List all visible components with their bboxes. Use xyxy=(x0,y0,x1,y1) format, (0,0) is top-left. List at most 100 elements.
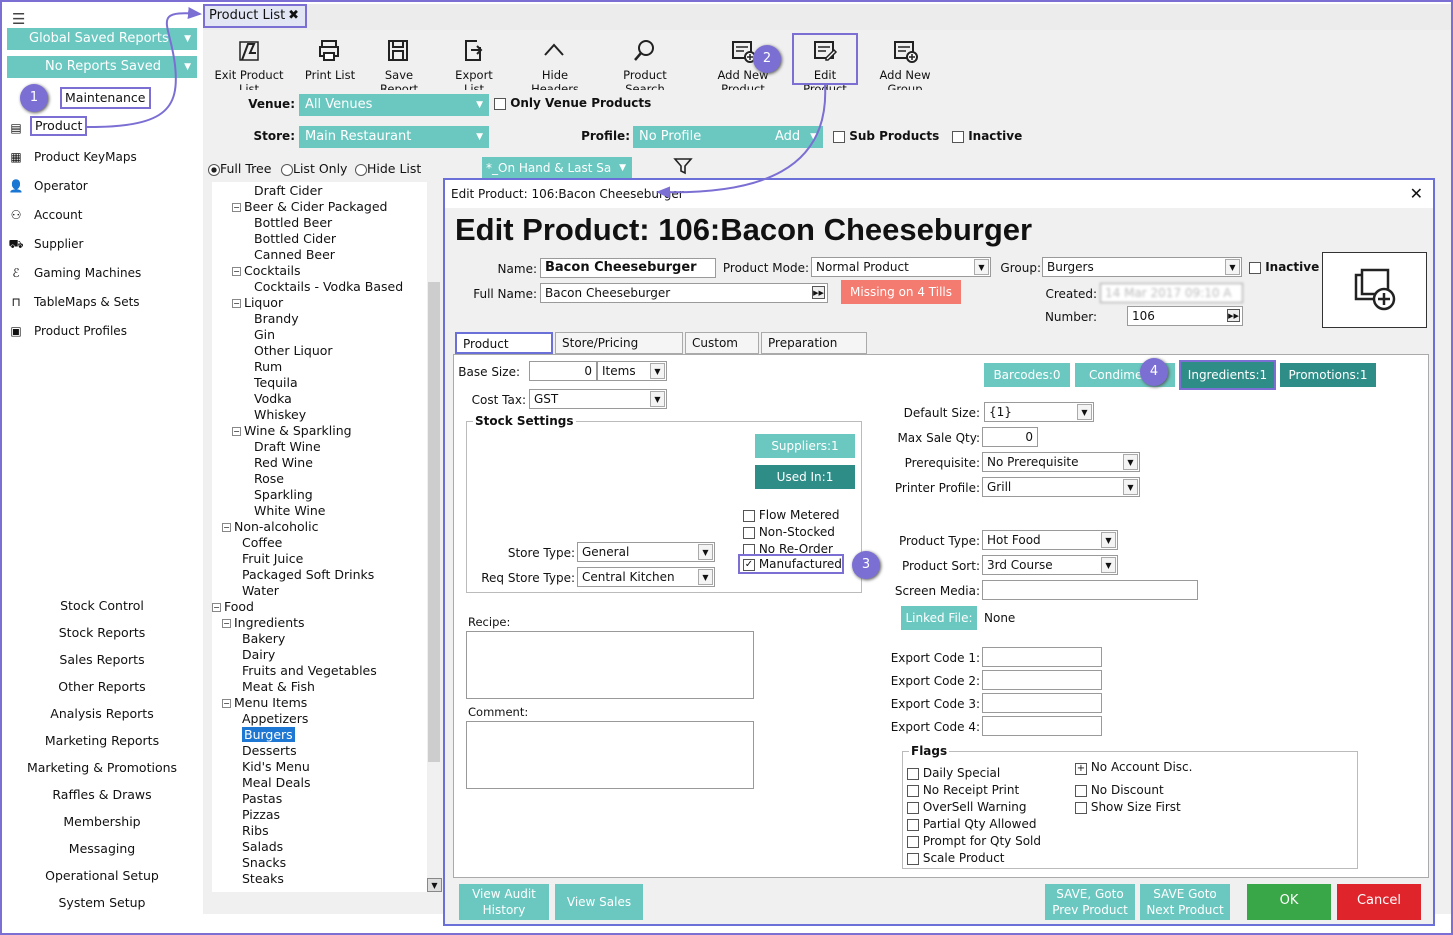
menu-item[interactable]: Membership xyxy=(2,814,202,829)
menu-item[interactable]: Stock Control xyxy=(2,598,202,613)
only-venue-products-checkbox[interactable]: Only Venue Products xyxy=(494,96,651,110)
tree-node[interactable]: Desserts xyxy=(242,743,297,759)
default-size-select[interactable]: {1} ▼ xyxy=(984,402,1094,422)
non-stocked-checkbox[interactable]: Non-Stocked xyxy=(743,525,835,539)
tree-node[interactable]: Rum xyxy=(254,359,282,375)
tree-node[interactable]: Draft Cider xyxy=(254,183,322,199)
sub-products-checkbox[interactable]: Sub Products xyxy=(833,129,939,143)
collapse-icon[interactable]: − xyxy=(222,619,231,628)
tree-node[interactable]: Tequila xyxy=(254,375,298,391)
store-type-select[interactable]: General ▼ xyxy=(577,542,715,562)
tab-preparation-times[interactable]: Preparation Times xyxy=(761,332,867,370)
tab-product-settings[interactable]: Product Settings xyxy=(455,332,553,371)
tab-custom-info[interactable]: Custom Info xyxy=(685,332,759,370)
tree-node[interactable]: Canned Beer xyxy=(254,247,335,263)
tree-node[interactable]: Snacks xyxy=(242,855,286,871)
tree-node[interactable]: Ribs xyxy=(242,823,269,839)
export-code-input[interactable] xyxy=(982,693,1102,713)
req-store-type-select[interactable]: Central Kitchen ▼ xyxy=(577,567,715,587)
tree-node[interactable]: Kid's Menu xyxy=(242,759,310,775)
flag-checkbox[interactable]: No Receipt Print xyxy=(907,783,1019,797)
flag-checkbox[interactable]: Partial Qty Allowed xyxy=(907,817,1036,831)
base-size-input[interactable]: 0 xyxy=(529,361,597,381)
global-saved-reports-dropdown[interactable]: Global Saved Reports ▼ xyxy=(7,28,197,50)
tree-node[interactable]: − Cocktails xyxy=(232,263,301,279)
tree-node[interactable]: Sparkling xyxy=(254,487,313,503)
tree-node[interactable]: − Food xyxy=(212,599,254,615)
flag-checkbox[interactable]: OverSell Warning xyxy=(907,800,1027,814)
menu-item[interactable]: Messaging xyxy=(2,841,202,856)
flag-checkbox[interactable]: Show Size First xyxy=(1075,800,1181,814)
max-sale-input[interactable]: 0 xyxy=(982,427,1038,447)
tree-node[interactable]: Brandy xyxy=(254,311,299,327)
menu-item[interactable]: System Setup xyxy=(2,895,202,910)
full-name-input[interactable]: Bacon Cheeseburger ▶▶ xyxy=(540,283,828,303)
tree-node[interactable]: Fruit Juice xyxy=(242,551,303,567)
group-select[interactable]: Burgers ▼ xyxy=(1042,257,1242,277)
tree-node[interactable]: Fruits and Vegetables xyxy=(242,663,377,679)
tree-node[interactable]: Vodka xyxy=(254,391,292,407)
ingredients-button[interactable]: Ingredients:1 xyxy=(1179,360,1276,390)
recipe-textarea[interactable] xyxy=(466,631,754,699)
profile-select[interactable]: No Profile Add ▼ xyxy=(633,126,823,148)
collapse-icon[interactable]: − xyxy=(232,299,241,308)
export-code-input[interactable] xyxy=(982,670,1102,690)
tree-node[interactable]: Whiskey xyxy=(254,407,306,423)
missing-tills-button[interactable]: Missing on 4 Tills xyxy=(841,280,961,304)
scroll-thumb[interactable] xyxy=(428,282,440,762)
tree-node[interactable]: Dairy xyxy=(242,647,275,663)
tree-node[interactable]: − Beer & Cider Packaged xyxy=(232,199,387,215)
tree-node[interactable]: − Wine & Sparkling xyxy=(232,423,352,439)
export-code-input[interactable] xyxy=(982,647,1102,667)
store-select[interactable]: Main Restaurant ▼ xyxy=(299,126,489,148)
scroll-down-icon[interactable]: ▼ xyxy=(427,878,442,892)
tree-node[interactable]: − Menu Items xyxy=(222,695,307,711)
menu-item[interactable]: Operational Setup xyxy=(2,868,202,883)
name-input[interactable]: Bacon Cheeseburger xyxy=(540,258,716,278)
tab-product-list[interactable]: Product List ✖ xyxy=(203,4,307,28)
tree-node[interactable]: Pastas xyxy=(242,791,282,807)
tree-node[interactable]: Meat & Fish xyxy=(242,679,315,695)
flag-checkbox[interactable]: Scale Product xyxy=(907,851,1005,865)
product-search-button[interactable]: Product Search xyxy=(604,34,686,96)
manufactured-checkbox[interactable]: ✓ Manufactured xyxy=(738,554,844,574)
hide-list-radio[interactable]: Hide List xyxy=(355,161,421,176)
tree-node[interactable]: Packaged Soft Drinks xyxy=(242,567,374,583)
inactive-filter-checkbox[interactable]: Inactive xyxy=(952,129,1022,143)
tree-node[interactable]: White Wine xyxy=(254,503,326,519)
tree-node[interactable]: Water xyxy=(242,583,279,599)
nav-item-keymap[interactable]: ▦ Product KeyMaps xyxy=(6,145,136,169)
save-next-button[interactable]: SAVE Goto Next Product xyxy=(1140,884,1230,920)
nav-item-supplier[interactable]: ⛟ Supplier xyxy=(6,232,83,256)
menu-item[interactable]: Raffles & Draws xyxy=(2,787,202,802)
ok-button[interactable]: OK xyxy=(1247,884,1331,920)
flag-checkbox[interactable]: No Discount xyxy=(1075,783,1164,797)
flag-checkbox[interactable]: Prompt for Qty Sold xyxy=(907,834,1041,848)
tree-node[interactable]: Other Liquor xyxy=(254,343,333,359)
export-code-input[interactable] xyxy=(982,716,1102,736)
view-sales-button[interactable]: View Sales xyxy=(555,884,643,920)
hide-headers-button[interactable]: Hide Headers xyxy=(518,34,592,96)
save-prev-button[interactable]: SAVE, Goto Prev Product xyxy=(1045,884,1135,920)
tree-node[interactable]: Pizzas xyxy=(242,807,280,823)
printer-profile-select[interactable]: Grill ▼ xyxy=(982,477,1140,497)
nav-item-gaming[interactable]: ℰ Gaming Machines xyxy=(6,261,141,285)
tree-node[interactable]: Coffee xyxy=(242,535,282,551)
collapse-icon[interactable]: − xyxy=(212,603,221,612)
menu-item[interactable]: Analysis Reports xyxy=(2,706,202,721)
menu-item[interactable]: Marketing & Promotions xyxy=(2,760,202,775)
close-icon[interactable]: ✖ xyxy=(288,6,299,26)
collapse-icon[interactable]: − xyxy=(232,427,241,436)
menu-item[interactable]: Sales Reports xyxy=(2,652,202,667)
tree-node[interactable]: Rose xyxy=(254,471,284,487)
used-in-button[interactable]: Used In:1 xyxy=(755,465,855,489)
menu-item[interactable]: Other Reports xyxy=(2,679,202,694)
collapse-icon[interactable]: − xyxy=(222,523,231,532)
product-tree[interactable]: Draft Cider − Beer & Cider Packaged Bottled… xyxy=(212,182,442,892)
tree-node[interactable]: − Non-alcoholic xyxy=(222,519,318,535)
exit-product-list-button[interactable]: Exit Product List xyxy=(208,34,290,96)
flow-metered-checkbox[interactable]: Flow Metered xyxy=(743,508,840,522)
tree-node[interactable]: Salads xyxy=(242,839,283,855)
tree-node[interactable]: Bottled Beer xyxy=(254,215,332,231)
list-only-radio[interactable]: List Only xyxy=(281,161,347,176)
